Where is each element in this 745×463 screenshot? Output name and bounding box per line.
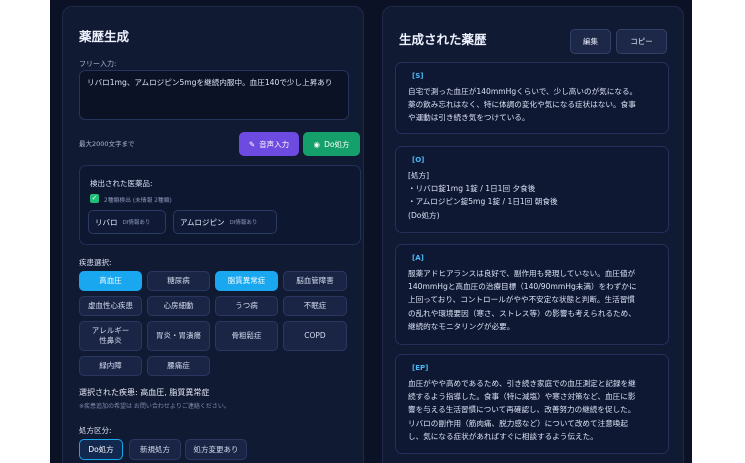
section-line: ・アムロジピン錠5mg 1錠 / 1日1回 朝食後 [408, 197, 558, 207]
section-line: 140mmHgと高血圧の治療目標（140/90mmHg未満）をわずかに [408, 282, 637, 292]
prescription-type-label: 処方区分: [79, 426, 112, 435]
voice-input-button[interactable]: ✎ 音声入力 [239, 132, 299, 156]
selected-diseases-text: 選択された疾患: 高血圧, 脂質異常症 [79, 388, 210, 397]
drug-tag-2[interactable]: アムロジピン DI情報あり [173, 210, 277, 234]
section-line: し、気になる症状があればすぐに相談するよう伝えた。 [408, 431, 598, 441]
disease-chip-allergic-rhinitis[interactable]: アレルギー性鼻炎 [79, 321, 142, 351]
detected-count-label: 2種類検出 (未情報 2種類) [104, 198, 172, 204]
disease-chip-depression[interactable]: うつ病 [215, 296, 278, 316]
section-line: 続するよう指導した。食事（特に減塩）や寒さ対策など、血圧に影 [408, 392, 636, 402]
detected-drugs-title: 検出された医薬品: [90, 179, 153, 188]
soap-card-ep: [EP] 血圧がやや高めであるため、引き続き家庭での血圧測定と記録を継 続するよ… [395, 354, 669, 454]
disease-chip-dyslipidemia[interactable]: 脂質異常症 [215, 271, 278, 291]
drug-tag-1[interactable]: リバロ DI情報あり [88, 210, 166, 234]
disease-chip-insomnia[interactable]: 不眠症 [283, 296, 347, 316]
section-line: [処方] [408, 171, 430, 180]
medication-history-form-panel: 薬歴生成 フリー入力: リバロ1mg、アムロジピン5mgを継続内服中。血圧140… [62, 6, 364, 463]
form-title: 薬歴生成 [79, 29, 130, 44]
checkbox-checked-icon[interactable]: ✓ [90, 194, 99, 203]
disease-chip-lumbago[interactable]: 腰痛症 [147, 356, 210, 376]
section-line: ・リバロ錠1mg 1錠 / 1日1回 夕食後 [408, 184, 536, 194]
disease-chip-glaucoma[interactable]: 緑内障 [79, 356, 142, 376]
disease-select-label: 疾患選択: [79, 258, 112, 267]
disease-chip-copd[interactable]: COPD [283, 321, 347, 351]
disease-chip-afib[interactable]: 心房細動 [147, 296, 210, 316]
voice-input-label: 音声入力 [259, 139, 290, 149]
section-line: 自宅で測った血圧が140mmHgくらいで、少し高いのが気になる。 [408, 87, 638, 96]
section-tag: [A] [412, 254, 424, 262]
section-line: 継続的なモニタリングが必要。 [408, 321, 515, 331]
pill-icon: ◉ [313, 139, 321, 149]
generated-history-panel: 生成された薬歴 編集 コピー [S] 自宅で測った血圧が140mmHgくらいで、… [382, 6, 684, 463]
soap-card-a: [A] 服薬アドヒアランスは良好で、副作用も発現していない。血圧値が 140mm… [395, 244, 669, 345]
rx-tab-new[interactable]: 新規処方 [129, 439, 181, 460]
microphone-icon: ✎ [248, 139, 256, 149]
drug-name: リバロ [95, 217, 118, 227]
free-input-textarea[interactable]: リバロ1mg、アムロジピン5mgを継続内服中。血圧140で少し上昇あり [79, 70, 349, 120]
disease-request-note: ※疾患追加の希望は お問い合わせよりご連絡ください。 [79, 403, 230, 410]
disease-chip-hypertension[interactable]: 高血圧 [79, 271, 142, 291]
section-line: 上回っており、コントロールがやや不安定な状態と判断。生活習慣 [408, 295, 635, 305]
disease-chip-diabetes[interactable]: 糖尿病 [147, 271, 210, 291]
section-body: 服薬アドヒアランスは良好で、副作用も発現していない。血圧値が 140mmHgと高… [408, 267, 658, 333]
section-line: 響を与える生活習慣について再確認し、改善努力の継続を促した。 [408, 405, 636, 415]
detected-drugs-box: 検出された医薬品: ✓ 2種類検出 (未情報 2種類) リバロ DI情報あり ア… [79, 165, 361, 245]
section-line: 服薬アドヒアランスは良好で、副作用も発現していない。血圧値が [408, 269, 636, 278]
drug-di-status: DI情報あり [122, 220, 151, 226]
app-screen: 薬歴生成 フリー入力: リバロ1mg、アムロジピン5mgを継続内服中。血圧140… [50, 0, 692, 463]
section-line: (Do処方) [408, 210, 440, 220]
section-body: [処方] ・リバロ錠1mg 1錠 / 1日1回 夕食後 ・アムロジピン錠5mg … [408, 169, 658, 222]
section-body: 自宅で測った血圧が140mmHgくらいで、少し高いのが気になる。 薬の飲み忘れは… [408, 85, 658, 125]
drug-name: アムロジピン [180, 217, 225, 227]
section-line: 薬の飲み忘れはなく、特に体調の変化や気になる症状はない。食事 [408, 100, 636, 110]
disease-chip-osteoporosis[interactable]: 骨粗鬆症 [215, 321, 278, 351]
section-tag: [EP] [412, 364, 429, 372]
section-line: の乱れや環境要因（寒さ、ストレス等）の影響も考えられるため、 [408, 308, 636, 318]
copy-button[interactable]: コピー [616, 29, 667, 54]
free-input-label: フリー入力: [79, 60, 117, 68]
soap-card-s: [S] 自宅で測った血圧が140mmHgくらいで、少し高いのが気になる。 薬の飲… [395, 62, 669, 134]
disease-chip-gastritis[interactable]: 胃炎・胃潰瘍 [147, 321, 210, 351]
char-limit-note: 最大2000文字まで [79, 140, 135, 148]
generated-title: 生成された薬歴 [399, 32, 487, 47]
disease-chip-ischemic-heart[interactable]: 虚血性心疾患 [79, 296, 142, 316]
section-tag: [O] [412, 156, 425, 164]
do-prescription-label: Do処方 [324, 139, 350, 149]
drug-di-status: DI情報あり [229, 220, 258, 226]
section-line: リバロの副作用（筋肉痛、脱力感など）について改めて注意喚起 [408, 418, 628, 428]
do-prescription-button[interactable]: ◉ Do処方 [303, 132, 360, 156]
section-tag: [S] [412, 72, 424, 80]
section-body: 血圧がやや高めであるため、引き続き家庭での血圧測定と記録を継 続するよう指導した… [408, 377, 658, 443]
edit-button[interactable]: 編集 [570, 29, 611, 54]
section-line: 血圧がやや高めであるため、引き続き家庭での血圧測定と記録を継 [408, 379, 636, 388]
disease-chip-cerebrovascular[interactable]: 脳血管障害 [283, 271, 347, 291]
rx-tab-do[interactable]: Do処方 [79, 439, 123, 460]
section-line: や運動は引き続き気をつけている。 [408, 113, 530, 123]
soap-card-o: [O] [処方] ・リバロ錠1mg 1錠 / 1日1回 夕食後 ・アムロジピン錠… [395, 146, 669, 233]
rx-tab-changed[interactable]: 処方変更あり [185, 439, 247, 460]
